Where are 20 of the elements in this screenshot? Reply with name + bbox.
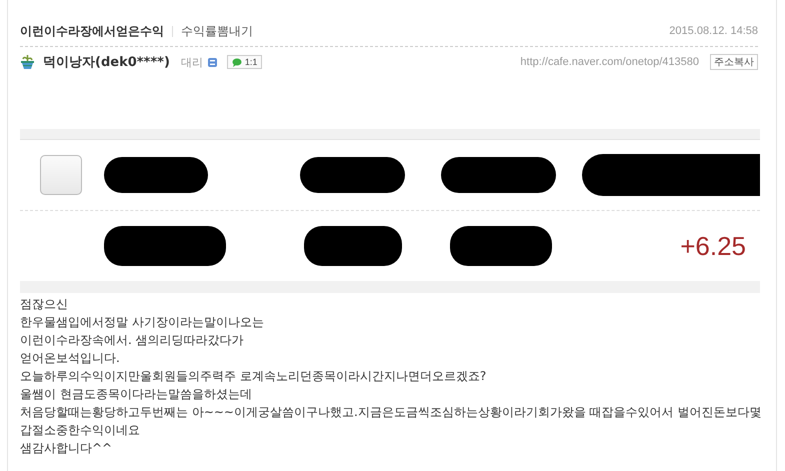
body-text: 오늘하루의수익이지만울회원들의주력주 로계속노리던종목이라시간지나면더오르겠죠? (20, 368, 488, 385)
body-text: 한우물샘입에서정말 사기장이라는말이나오는 (20, 314, 265, 331)
chat-button[interactable]: 1:1 (226, 55, 262, 69)
category-link[interactable]: 수익률뽐내기 (181, 22, 253, 40)
body-text: 갑절소중한수익이네요 (20, 422, 141, 439)
body-text: 이런이수라장속에서. 샘의리딩따라갔다가 (20, 332, 245, 349)
author-rank: 대리 (180, 54, 203, 70)
body-text: 얻어온보석입니다. (20, 350, 121, 367)
post-title: 이런이수라장에서얻은수익 (20, 22, 164, 40)
plant-pot-icon (20, 54, 35, 70)
body-text: 처음당할때는황당하고두번째는 아~~~이게궁살씀이구나했고.지금은도금씩조심하는상황이라기회가왔을 때잡을수있어서 벌어진돈보다몇 (20, 404, 758, 421)
author-name[interactable]: 덕이낭자(dek0****) (43, 53, 170, 71)
level-badge-icon (208, 58, 217, 66)
speech-bubble-icon (232, 58, 242, 66)
copy-address-button[interactable]: 주소복사 (710, 54, 758, 70)
body-text: 점잖으신 (20, 296, 69, 313)
post-date: 2015.08.12. 14:58 (669, 25, 758, 37)
body-text: 울쌤이 현금도종목이다라는말씀을하셨는데 (20, 386, 253, 403)
price-change: +6.25 (680, 230, 746, 262)
body-text: 샘감사합니다^^ (20, 440, 114, 457)
